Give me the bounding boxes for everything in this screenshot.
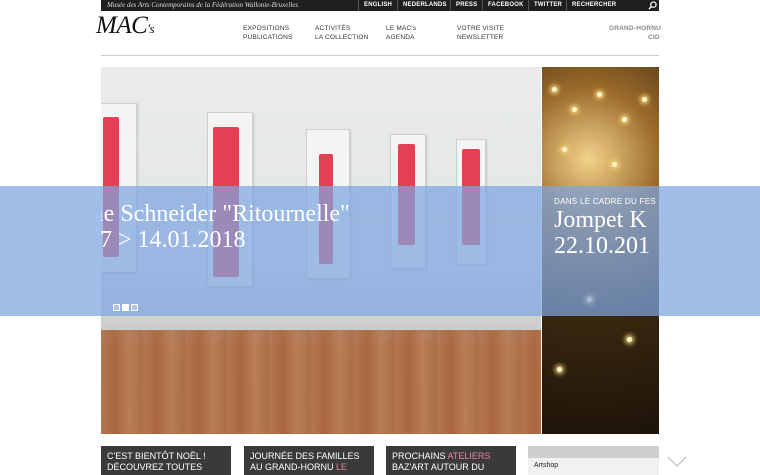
site-logo[interactable]: MAC's (96, 12, 155, 40)
promo-line: PROCHAINS ATELIERS (392, 451, 491, 461)
nav-agenda[interactable]: AGENDA (386, 34, 415, 41)
artshop-header-bar (528, 446, 659, 458)
chandelier-light (572, 107, 577, 112)
promo-line: AU GRAND-HORNU LE (250, 462, 348, 472)
chandelier-light (562, 147, 567, 152)
promo-line: BAZ'ART AUTOUR DU (392, 462, 485, 472)
chandelier-light (597, 92, 602, 97)
top-bar: Musée des Arts Contemporains de la Fédér… (101, 0, 659, 11)
slider-dot-3[interactable] (131, 304, 138, 311)
slider-dot-1[interactable] (113, 304, 120, 311)
nav-publications[interactable]: PUBLICATIONS (243, 34, 293, 41)
slider-dot-2[interactable] (122, 304, 129, 311)
hero-side-date: 22.10.201 (554, 233, 650, 259)
chandelier-light (552, 87, 557, 92)
chandelier-light (612, 162, 617, 167)
logo-suffix: 's (147, 21, 155, 36)
search-link[interactable]: RECHERCHER (566, 0, 616, 11)
nav-cid[interactable]: CID (648, 34, 660, 41)
chandelier-light (557, 367, 562, 372)
gallery-floor (101, 330, 541, 434)
nav-divider (101, 55, 659, 56)
chandelier-light (622, 117, 627, 122)
artshop-label: Artshop (534, 462, 559, 469)
search-icon[interactable] (648, 1, 657, 10)
promo-box-familles[interactable]: JOURNÉE DES FAMILLES AU GRAND-HORNU LE (244, 446, 374, 475)
nav-expositions[interactable]: EXPOSITIONS (243, 25, 289, 32)
museum-tagline: Musée des Arts Contemporains de la Fédér… (107, 1, 299, 9)
logo-text: MAC (96, 12, 148, 39)
nav-grand-hornu[interactable]: GRAND-HORNU (609, 25, 661, 32)
nav-newsletter[interactable]: NEWSLETTER (457, 34, 503, 41)
lang-dutch-link[interactable]: NEDERLANDS (397, 0, 447, 11)
hero-side-kicker: DANS LE CADRE DU FES (554, 197, 657, 206)
promo-box-ateliers[interactable]: PROCHAINS ATELIERS BAZ'ART AUTOUR DU (386, 446, 516, 475)
promo-line: JOURNÉE DES FAMILLES (250, 451, 360, 461)
hero-main-title[interactable]: rie Schneider "Ritournelle" (101, 201, 541, 228)
promo-line: DÉCOUVREZ TOUTES (107, 462, 203, 472)
hero-side-title[interactable]: Jompet K (554, 207, 659, 234)
nav-votre-visite[interactable]: VOTRE VISITE (457, 25, 504, 32)
nav-activites[interactable]: ACTIVITÉS (315, 25, 350, 32)
chandelier-light (627, 337, 632, 342)
nav-le-macs[interactable]: LE MAC's (386, 25, 416, 32)
facebook-link[interactable]: FACEBOOK (482, 0, 524, 11)
hero-main-date: 7 > 14.01.2018 (101, 227, 246, 253)
promo-line: C'EST BIENTÔT NOËL ! (107, 451, 206, 461)
twitter-link[interactable]: TWITTER (528, 0, 562, 11)
lang-english-link[interactable]: ENGLISH (358, 0, 392, 11)
promo-box-noel[interactable]: C'EST BIENTÔT NOËL ! DÉCOUVREZ TOUTES (101, 446, 231, 475)
chevron-down-icon[interactable] (667, 456, 687, 468)
chandelier-light (642, 97, 647, 102)
press-link[interactable]: PRESS (450, 0, 477, 11)
nav-collection[interactable]: LA COLLECTION (315, 34, 369, 41)
artshop-panel[interactable]: Artshop (528, 446, 659, 475)
